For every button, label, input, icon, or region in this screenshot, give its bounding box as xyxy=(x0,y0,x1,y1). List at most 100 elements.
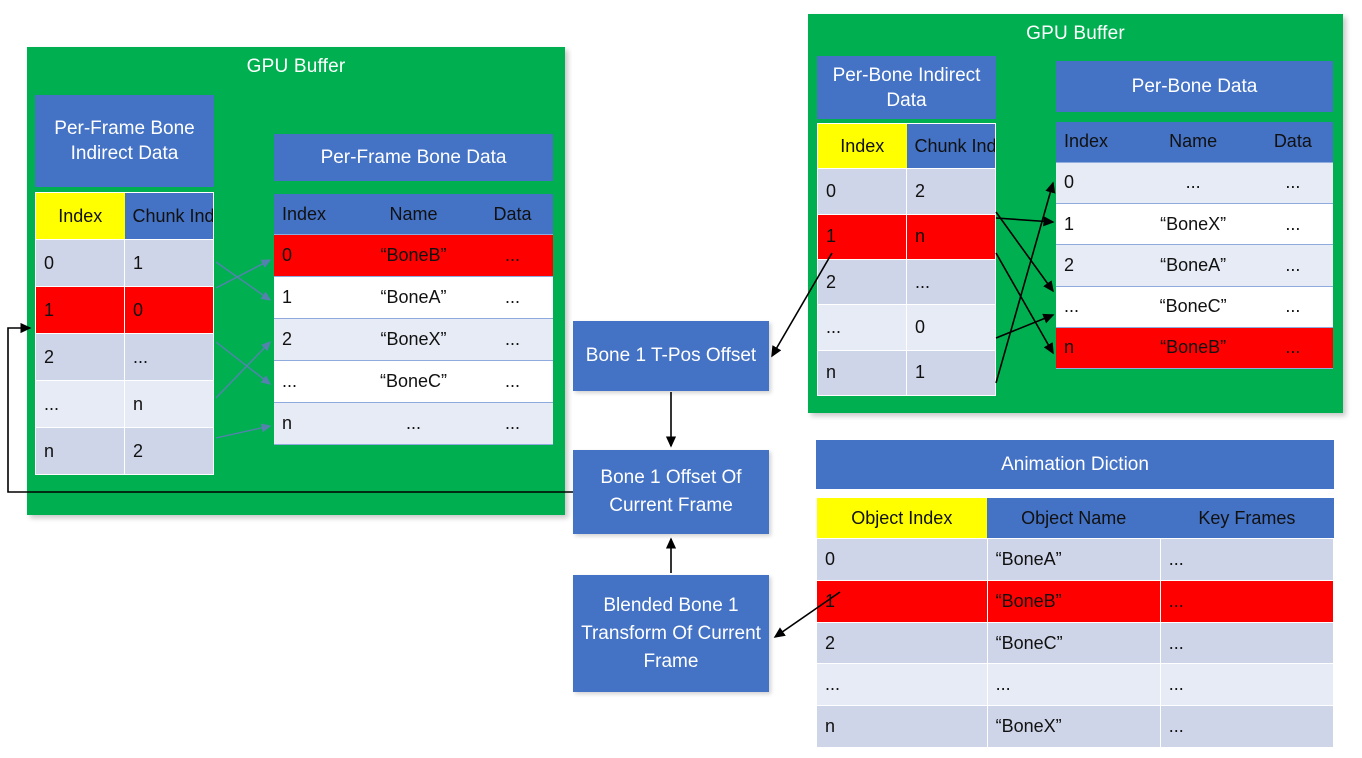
cell-index: 1 xyxy=(35,286,125,334)
bone-1-t-pos-offset-box[interactable]: Bone 1 T-Pos Offset xyxy=(573,321,769,391)
column-header-chunk-index: Chunk Index xyxy=(906,123,996,169)
cell-index: n xyxy=(817,349,907,397)
table-row[interactable]: 0 2 xyxy=(817,168,996,215)
cell-index: 1 xyxy=(274,276,355,320)
cell-index: n xyxy=(1056,326,1134,370)
cell-key-frames: ... xyxy=(1159,580,1335,623)
column-header-index: Index xyxy=(817,123,907,169)
table-row-highlighted[interactable]: 1 “BoneB” ... xyxy=(816,580,1335,623)
cell-data: ... xyxy=(1252,244,1333,287)
cell-index: n xyxy=(35,427,125,475)
cell-data: ... xyxy=(472,318,553,362)
table-row-highlighted[interactable]: 0 “BoneB” ... xyxy=(274,234,553,278)
table-row[interactable]: n 1 xyxy=(817,349,996,397)
column-header-name: Name xyxy=(354,194,473,235)
cell-chunk: 1 xyxy=(906,349,996,397)
cell-name: “BoneX” xyxy=(1133,203,1253,246)
cell-index: 2 xyxy=(1056,244,1134,287)
per-bone-data-table: Index Name Data 0 ... ... 1 “BoneX” ... … xyxy=(1056,122,1333,370)
table-row[interactable]: 2 “BoneX” ... xyxy=(274,318,553,362)
cell-index: 2 xyxy=(274,318,355,362)
cell-name: “BoneA” xyxy=(1133,244,1253,287)
cell-index: 2 xyxy=(35,333,125,381)
cell-name: “BoneC” xyxy=(1133,285,1253,328)
cell-object-index: 2 xyxy=(816,621,988,665)
cell-chunk: ... xyxy=(906,258,996,306)
cell-object-index: 0 xyxy=(816,538,988,582)
table-row[interactable]: ... “BoneC” ... xyxy=(274,360,553,404)
table-row-highlighted[interactable]: 1 n xyxy=(817,213,996,260)
table-row[interactable]: 2 ... xyxy=(35,333,214,381)
column-header-data: Data xyxy=(472,194,553,235)
table-row[interactable]: 2 “BoneA” ... xyxy=(1056,244,1333,287)
cell-index: ... xyxy=(817,304,907,351)
table-row[interactable]: 0 1 xyxy=(35,239,214,287)
cell-key-frames: ... xyxy=(1159,705,1335,748)
bone-1-offset-current-frame-box[interactable]: Bone 1 Offset Of Current Frame xyxy=(573,450,769,534)
cell-key-frames: ... xyxy=(1159,663,1335,707)
cell-key-frames: ... xyxy=(1159,538,1335,582)
table-row[interactable]: 1 “BoneX” ... xyxy=(1056,203,1333,246)
table-header-row: Index Chunk Index xyxy=(817,123,996,169)
cell-index: ... xyxy=(35,380,125,428)
cell-object-index: 1 xyxy=(816,580,988,623)
cell-index: ... xyxy=(274,360,355,404)
cell-chunk: 1 xyxy=(124,239,214,287)
cell-data: ... xyxy=(472,276,553,320)
cell-object-name: “BoneC” xyxy=(986,621,1161,665)
column-header-index: Index xyxy=(35,192,125,240)
per-frame-bone-indirect-caption: Per-Frame Bone Indirect Data xyxy=(35,95,214,187)
table-row[interactable]: n “BoneX” ... xyxy=(816,705,1335,748)
cell-index: 0 xyxy=(817,168,907,215)
table-row[interactable]: ... n xyxy=(35,380,214,428)
cell-object-name: “BoneB” xyxy=(986,580,1161,623)
per-bone-indirect-table: Index Chunk Index 0 2 1 n 2 ... ... 0 n … xyxy=(817,123,996,397)
column-header-data: Data xyxy=(1252,122,1333,163)
table-row[interactable]: 1 “BoneA” ... xyxy=(274,276,553,320)
table-row[interactable]: n ... ... xyxy=(274,402,553,445)
column-header-key-frames: Key Frames xyxy=(1160,498,1334,539)
blended-bone-1-transform-box[interactable]: Blended Bone 1 Transform Of Current Fram… xyxy=(573,575,769,692)
cell-name: “BoneB” xyxy=(1133,326,1253,370)
cell-index: 0 xyxy=(35,239,125,287)
animation-diction-caption: Animation Diction xyxy=(816,440,1334,489)
table-row-highlighted[interactable]: 1 0 xyxy=(35,286,214,334)
cell-chunk: 0 xyxy=(124,286,214,334)
table-row[interactable]: 0 “BoneA” ... xyxy=(816,538,1335,582)
per-frame-bone-data-caption: Per-Frame Bone Data xyxy=(274,134,553,181)
column-header-index: Index xyxy=(274,194,355,235)
table-row[interactable]: ... 0 xyxy=(817,304,996,351)
cell-data: ... xyxy=(1252,203,1333,246)
table-header-row: Index Name Data xyxy=(1056,122,1333,163)
column-header-name: Name xyxy=(1133,122,1253,163)
cell-object-name: ... xyxy=(986,663,1161,707)
table-header-row: Index Name Data xyxy=(274,194,553,235)
cell-chunk: ... xyxy=(124,333,214,381)
cell-object-index: n xyxy=(816,705,988,748)
cell-index: 0 xyxy=(1056,161,1134,205)
left-gpu-buffer-title: GPU Buffer xyxy=(246,56,346,77)
column-header-object-index: Object Index xyxy=(816,498,988,539)
cell-index: 1 xyxy=(1056,203,1134,246)
column-header-object-name: Object Name xyxy=(987,498,1161,539)
table-row[interactable]: 2 “BoneC” ... xyxy=(816,621,1335,665)
per-frame-bone-data-table: Index Name Data 0 “BoneB” ... 1 “BoneA” … xyxy=(274,194,553,445)
table-row[interactable]: 2 ... xyxy=(817,258,996,306)
cell-data: ... xyxy=(472,402,553,445)
cell-object-name: “BoneX” xyxy=(986,705,1161,748)
cell-index: n xyxy=(274,402,355,445)
table-row[interactable]: n 2 xyxy=(35,427,214,475)
cell-object-name: “BoneA” xyxy=(986,538,1161,582)
cell-key-frames: ... xyxy=(1159,621,1335,665)
table-row-highlighted[interactable]: n “BoneB” ... xyxy=(1056,326,1333,370)
cell-name: “BoneA” xyxy=(354,276,473,320)
cell-data: ... xyxy=(1252,285,1333,328)
cell-index: 2 xyxy=(817,258,907,306)
table-row[interactable]: 0 ... ... xyxy=(1056,161,1333,205)
cell-object-index: ... xyxy=(816,663,988,707)
cell-name: ... xyxy=(354,402,473,445)
cell-index: 1 xyxy=(817,213,907,260)
table-row[interactable]: ... “BoneC” ... xyxy=(1056,285,1333,328)
table-row[interactable]: ... ... ... xyxy=(816,663,1335,707)
cell-index: 0 xyxy=(274,234,355,278)
